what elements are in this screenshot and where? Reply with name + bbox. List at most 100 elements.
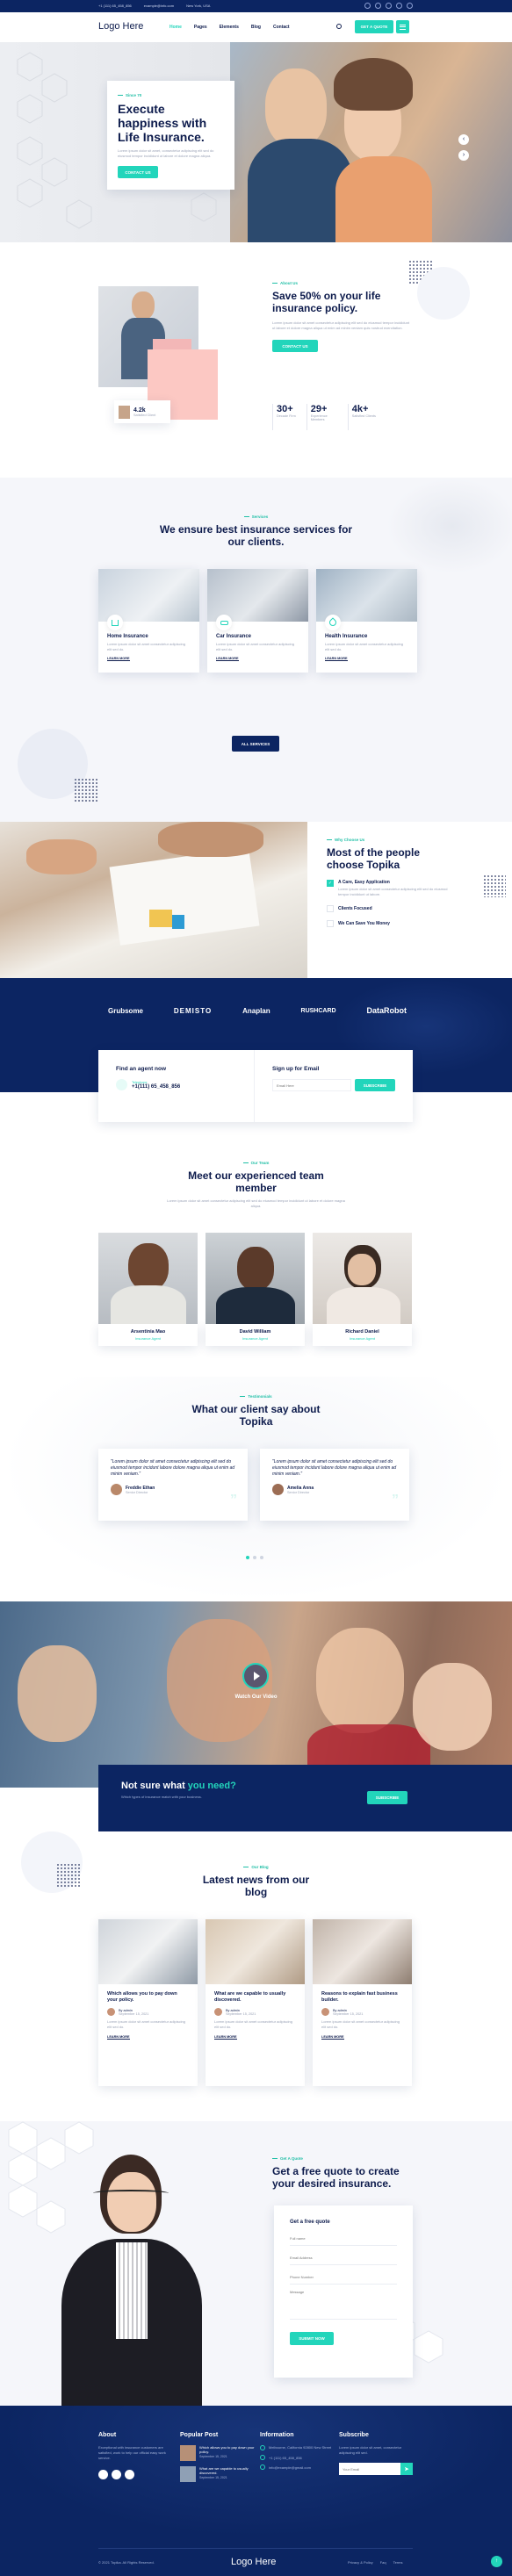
footer-email-input[interactable]: [339, 2463, 400, 2475]
about-contact-button[interactable]: CONTACT US: [272, 340, 318, 352]
news-card[interactable]: What are we capable to usually discovere…: [206, 1919, 305, 2086]
footer-subscribe: Subscribe Lorem ipsum dolor sit amet, co…: [339, 2432, 415, 2475]
badge-value: 4.2k: [133, 407, 146, 414]
topbar-phone[interactable]: +1 (111) 65_458_856: [98, 4, 132, 8]
avatar: [111, 1484, 122, 1495]
news-list: Which allows you to pay down your policy…: [98, 1919, 412, 2086]
search-icon[interactable]: [336, 24, 342, 29]
hero-image: [230, 42, 512, 242]
instagram-icon[interactable]: [125, 2470, 134, 2479]
full-name-input[interactable]: [290, 2232, 397, 2246]
agent-phone[interactable]: +1(111) 65_458_856: [132, 1084, 180, 1090]
menu-icon[interactable]: [396, 20, 409, 33]
facebook-icon[interactable]: [98, 2470, 108, 2479]
play-video-button[interactable]: [242, 1663, 269, 1689]
partner-logo[interactable]: Anaplan: [242, 1007, 270, 1015]
member-name: David William: [239, 1329, 271, 1335]
footer-subscribe-button[interactable]: ➤: [400, 2463, 413, 2475]
learn-more-link[interactable]: LEARN MORE: [216, 657, 239, 661]
logo[interactable]: Logo Here: [98, 21, 143, 32]
newsletter-email-input[interactable]: [272, 1079, 351, 1091]
nav-home[interactable]: Home: [169, 25, 182, 30]
pagination-dot[interactable]: [246, 1556, 249, 1559]
email-input[interactable]: [290, 2251, 397, 2265]
nav-pages[interactable]: Pages: [194, 25, 207, 30]
slider-prev-arrow[interactable]: ‹: [458, 134, 469, 145]
team-card[interactable]: Arsentinia Mao Insurance Agent: [98, 1233, 198, 1346]
hero: Since 70 Execute happiness with Life Ins…: [0, 42, 512, 242]
footer-logo[interactable]: Logo Here: [231, 2557, 276, 2567]
newsletter-subscribe-button[interactable]: SUBSCRIBE: [355, 1079, 395, 1091]
instagram-icon[interactable]: [386, 3, 392, 9]
slider-next-arrow[interactable]: ›: [458, 150, 469, 161]
nav-elements[interactable]: Elements: [220, 25, 239, 30]
learn-more-link[interactable]: LEARN MORE: [107, 2035, 130, 2040]
partner-logo[interactable]: RUSHCARD: [301, 1008, 336, 1014]
terms-link[interactable]: Terms: [393, 2560, 403, 2565]
partner-logo[interactable]: DataRobot: [366, 1006, 407, 1015]
news-card[interactable]: Which allows you to pay down your policy…: [98, 1919, 198, 2086]
service-title: Health Insurance: [325, 634, 368, 639]
back-to-top-button[interactable]: ↑: [491, 2556, 502, 2567]
youtube-icon[interactable]: [407, 3, 413, 9]
quote-form-title: Get a free quote: [290, 2220, 330, 2225]
learn-more-link[interactable]: LEARN MORE: [107, 657, 130, 661]
member-photo: [98, 1233, 198, 1324]
partner-logo[interactable]: DEMISTO: [174, 1007, 212, 1015]
topbar-email[interactable]: example@info.com: [144, 4, 174, 8]
service-card[interactable]: Home Insurance Lorem ipsum dolor sit ame…: [98, 569, 199, 673]
nav-contact[interactable]: Contact: [273, 25, 290, 30]
why-title: Most of the people choose Topika: [327, 846, 420, 871]
send-icon: ➤: [404, 2466, 409, 2472]
topbar-address: New York, USA: [186, 4, 211, 8]
pagination-dot[interactable]: [260, 1556, 263, 1559]
news-subtitle: Our Blog: [251, 1865, 269, 1869]
learn-more-link[interactable]: LEARN MORE: [325, 657, 348, 661]
badge-label: Satisfied Client: [133, 413, 156, 417]
news-card[interactable]: Reasons to explain fast business builder…: [313, 1919, 412, 2086]
header: Logo Here Home Pages Elements Blog Conta…: [0, 12, 512, 42]
stat: 30+ Decade Firm: [272, 404, 296, 430]
faq-link[interactable]: Faq: [380, 2560, 386, 2565]
news-image: [206, 1919, 305, 1984]
service-card[interactable]: Health Insurance Lorem ipsum dolor sit a…: [316, 569, 417, 673]
footer: About Exceptional with insurance custome…: [0, 2406, 512, 2576]
about-text: Lorem ipsum dolor sit amet consectetur a…: [272, 320, 410, 330]
why-item: Clients Focused: [327, 905, 493, 912]
footer-about: About Exceptional with insurance custome…: [98, 2432, 170, 2479]
learn-more-link[interactable]: LEARN MORE: [321, 2035, 344, 2040]
phone-input[interactable]: [290, 2270, 397, 2285]
news-title-text[interactable]: Which allows you to pay down your policy…: [107, 1991, 189, 2004]
privacy-link[interactable]: Privacy & Policy: [348, 2560, 373, 2565]
team-card[interactable]: Richard Daniel Insurance Agent: [313, 1233, 412, 1346]
banner-text: Which types of insurance match with your…: [121, 1795, 202, 1799]
all-services-button[interactable]: ALL SERVICES: [232, 736, 279, 752]
message-textarea[interactable]: [290, 2290, 397, 2320]
partner-logo[interactable]: Grubsome: [108, 1007, 143, 1015]
twitter-icon[interactable]: [112, 2470, 121, 2479]
team-text: Lorem ipsum dolor sit amet consectetur a…: [167, 1198, 345, 1208]
hero-contact-button[interactable]: CONTACT US: [118, 166, 158, 178]
banner-subscribe-button[interactable]: SUBSCRIBE: [367, 1791, 407, 1804]
news-title-text[interactable]: Reasons to explain fast business builder…: [321, 1991, 403, 2004]
service-card[interactable]: Car Insurance Lorem ipsum dolor sit amet…: [207, 569, 308, 673]
why-section: Why Choose Us Most of the people choose …: [0, 822, 512, 978]
badge-avatar: [119, 405, 130, 419]
linkedin-icon[interactable]: [396, 3, 402, 9]
testimonial-list: "Lorem ipsum dolor sit amet consectetur …: [98, 1449, 409, 1521]
twitter-icon[interactable]: [375, 3, 381, 9]
facebook-icon[interactable]: [364, 3, 371, 9]
learn-more-link[interactable]: LEARN MORE: [214, 2035, 237, 2040]
pagination-dot[interactable]: [253, 1556, 256, 1559]
quote-icon: ”: [392, 1493, 399, 1507]
get-quote-button[interactable]: GET A QUOTE: [355, 20, 393, 33]
quote-image: [44, 2155, 272, 2406]
footer-post[interactable]: Which allows you to pay down your policy…: [180, 2445, 256, 2461]
submit-quote-button[interactable]: SUBMIT NOW: [290, 2332, 334, 2345]
video-section: Watch Our Video: [0, 1601, 512, 1788]
footer-info: Information Melbourne, California 92800 …: [260, 2432, 332, 2470]
team-card[interactable]: David William Insurance Agent: [206, 1233, 305, 1346]
nav-blog[interactable]: Blog: [251, 25, 261, 30]
footer-post[interactable]: What are we capable to usually discovere…: [180, 2466, 256, 2482]
news-title-text[interactable]: What are we capable to usually discovere…: [214, 1991, 296, 2004]
